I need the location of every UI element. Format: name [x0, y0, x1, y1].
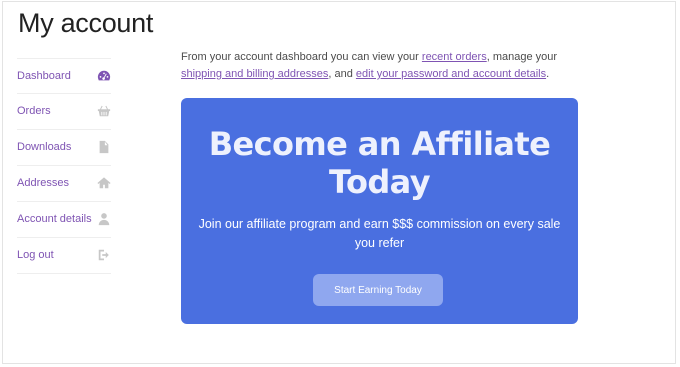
- sign-out-icon: [97, 248, 111, 262]
- intro-text: .: [546, 68, 550, 80]
- file-icon: [97, 140, 111, 154]
- intro-text: From your account dashboard you can view…: [181, 51, 422, 63]
- nav-item-addresses[interactable]: Addresses: [17, 166, 111, 202]
- nav-item-orders[interactable]: Orders: [17, 94, 111, 130]
- user-icon: [97, 212, 111, 226]
- nav-item-downloads[interactable]: Downloads: [17, 130, 111, 166]
- affiliate-banner: Become an Affiliate Today Join our affil…: [181, 98, 578, 324]
- account-details-link[interactable]: edit your password and account details: [356, 68, 546, 80]
- nav-item-label: Account details: [17, 213, 92, 225]
- nav-item-label: Dashboard: [17, 70, 71, 82]
- account-navigation: Dashboard Orders Downloads Addresses Acc…: [17, 58, 111, 274]
- addresses-link[interactable]: shipping and billing addresses: [181, 68, 328, 80]
- affiliate-banner-headline: Become an Affiliate Today: [208, 125, 551, 201]
- start-earning-button[interactable]: Start Earning Today: [313, 274, 443, 306]
- nav-item-account-details[interactable]: Account details: [17, 202, 111, 238]
- dashboard-gauge-icon: [97, 69, 111, 83]
- recent-orders-link[interactable]: recent orders: [422, 51, 487, 63]
- affiliate-banner-text: Join our affiliate program and earn $$$ …: [198, 217, 561, 250]
- dashboard-intro-text: From your account dashboard you can view…: [181, 49, 581, 83]
- nav-item-label: Orders: [17, 105, 51, 117]
- nav-item-log-out[interactable]: Log out: [17, 238, 111, 274]
- basket-icon: [97, 104, 111, 118]
- intro-text: , and: [328, 68, 356, 80]
- nav-item-dashboard[interactable]: Dashboard: [17, 58, 111, 94]
- nav-item-label: Log out: [17, 249, 54, 261]
- home-icon: [97, 176, 111, 190]
- nav-item-label: Downloads: [17, 141, 72, 153]
- nav-item-label: Addresses: [17, 177, 69, 189]
- page-title: My account: [18, 8, 154, 38]
- intro-text: , manage your: [486, 51, 558, 63]
